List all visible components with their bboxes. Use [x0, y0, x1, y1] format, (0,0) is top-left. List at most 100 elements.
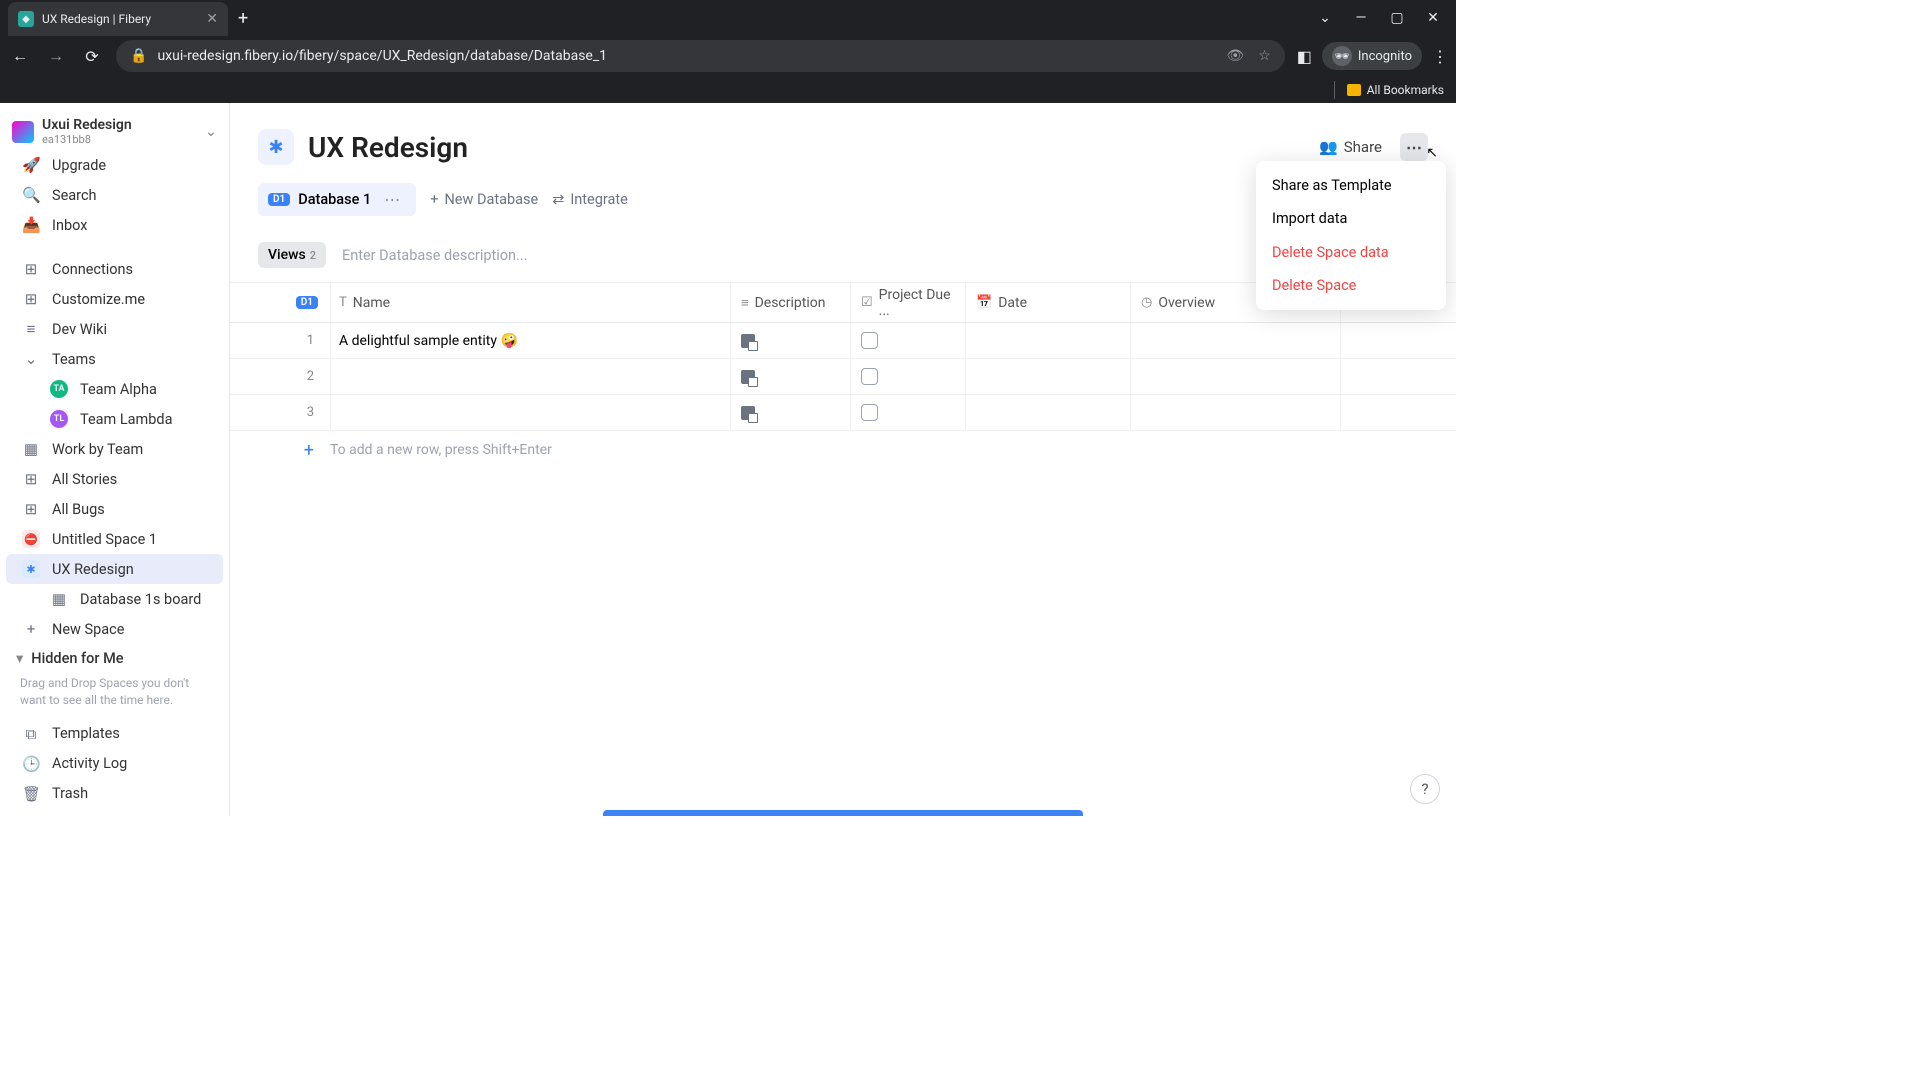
- views-button[interactable]: Views 2: [258, 242, 326, 268]
- sidebar-item-new-space[interactable]: + New Space: [6, 614, 223, 644]
- sidebar-label: Customize.me: [52, 291, 145, 308]
- sidebar-item-connections[interactable]: ⊞ Connections: [6, 254, 223, 284]
- sidebar-item-trash[interactable]: 🗑 Trash: [6, 779, 223, 809]
- cell-project-due[interactable]: [850, 359, 965, 394]
- board-icon: ▦: [50, 590, 68, 608]
- reload-icon[interactable]: ⟳: [80, 47, 104, 66]
- sidebar-item-upgrade[interactable]: 🚀 Upgrade: [6, 150, 223, 180]
- dots-icon[interactable]: ⋯: [379, 188, 406, 211]
- back-icon[interactable]: ←: [8, 46, 32, 66]
- column-label: Name: [353, 295, 390, 311]
- star-icon[interactable]: ☆: [1258, 48, 1271, 64]
- cell-project-due[interactable]: [850, 395, 965, 430]
- sidebar-item-team-alpha[interactable]: TA Team Alpha: [6, 374, 223, 404]
- new-db-label: New Database: [444, 191, 538, 208]
- new-tab-button[interactable]: +: [238, 8, 248, 29]
- table-row[interactable]: 3: [230, 395, 1456, 431]
- minimize-icon[interactable]: —: [1346, 3, 1376, 33]
- integrate-button[interactable]: ⇄ Integrate: [552, 191, 628, 208]
- cell-name[interactable]: [330, 395, 730, 430]
- maximize-icon[interactable]: ▢: [1382, 3, 1412, 33]
- sidebar-item-customize[interactable]: ⊞ Customize.me: [6, 284, 223, 314]
- cell-description[interactable]: [730, 359, 850, 394]
- checkbox[interactable]: [861, 368, 878, 385]
- sidebar-item-templates[interactable]: ⧉ Templates: [6, 719, 223, 749]
- sidebar-label: Dev Wiki: [52, 321, 107, 338]
- cell-name[interactable]: [330, 359, 730, 394]
- menu-item-delete-space[interactable]: Delete Space: [1256, 269, 1446, 302]
- cell-description[interactable]: [730, 395, 850, 430]
- close-icon[interactable]: ✕: [206, 11, 218, 27]
- space-options-menu: Share as Template Import data Delete Spa…: [1256, 161, 1446, 310]
- table-row[interactable]: 1 A delightful sample entity 🤪: [230, 323, 1456, 359]
- incognito-badge[interactable]: 🕶 Incognito: [1322, 42, 1422, 70]
- sidebar-item-untitled-space[interactable]: ⛔ Untitled Space 1: [6, 524, 223, 554]
- space-icon: ✱: [22, 560, 40, 578]
- help-button[interactable]: ?: [1410, 774, 1440, 804]
- workspace-name: Uxui Redesign: [42, 117, 132, 133]
- sidebar-label: New Space: [52, 621, 124, 638]
- more-button[interactable]: ⋯: [1400, 133, 1428, 161]
- cell-overview[interactable]: [1130, 359, 1340, 394]
- database-table: D1 T Name ≡ Description ☑ Project Due ..…: [230, 283, 1456, 469]
- cell-overview[interactable]: [1130, 323, 1340, 358]
- column-header-date[interactable]: 📅 Date: [965, 283, 1130, 322]
- checkbox[interactable]: [861, 404, 878, 421]
- sidebar-hidden-header[interactable]: ▾ Hidden for Me: [0, 644, 229, 673]
- bookmarks-bar: All Bookmarks: [0, 76, 1456, 103]
- forward-icon[interactable]: →: [44, 46, 68, 66]
- url-bar[interactable]: 🔒 uxui-redesign.fibery.io/fibery/space/U…: [116, 40, 1285, 72]
- fibery-favicon-icon: ◆: [18, 11, 34, 27]
- close-window-icon[interactable]: ✕: [1418, 3, 1448, 33]
- column-header-name[interactable]: T Name: [330, 283, 730, 322]
- cell-date[interactable]: [965, 395, 1130, 430]
- sidebar-item-team-lambda[interactable]: TL Team Lambda: [6, 404, 223, 434]
- list-icon: ≡: [22, 320, 40, 338]
- sidebar-item-search[interactable]: 🔍 Search: [6, 180, 223, 210]
- sidebar-item-work-by-team[interactable]: ▦ Work by Team: [6, 434, 223, 464]
- browser-tab[interactable]: ◆ UX Redesign | Fibery ✕: [8, 2, 228, 36]
- add-row[interactable]: + To add a new row, press Shift+Enter: [230, 431, 1456, 469]
- plus-icon[interactable]: +: [230, 440, 330, 461]
- sidebar-item-activity-log[interactable]: 🕒 Activity Log: [6, 749, 223, 779]
- menu-label: Share as Template: [1272, 177, 1392, 194]
- cell-description[interactable]: [730, 323, 850, 358]
- sidebar-item-ux-redesign[interactable]: ✱ UX Redesign: [6, 554, 223, 584]
- sidebar-item-inbox[interactable]: 📥 Inbox: [6, 210, 223, 240]
- eye-off-icon[interactable]: 👁: [1226, 48, 1244, 64]
- table-row[interactable]: 2: [230, 359, 1456, 395]
- checkbox[interactable]: [861, 332, 878, 349]
- sidebar-item-all-bugs[interactable]: ⊞ All Bugs: [6, 494, 223, 524]
- cell-project-due[interactable]: [850, 323, 965, 358]
- cell-date[interactable]: [965, 359, 1130, 394]
- sidepanel-icon[interactable]: ◧: [1297, 47, 1312, 66]
- cell-overview[interactable]: [1130, 395, 1340, 430]
- all-bookmarks-link[interactable]: All Bookmarks: [1367, 83, 1444, 97]
- workspace-switcher[interactable]: Uxui Redesign ea131bb8 ⌄: [0, 111, 229, 150]
- kebab-icon[interactable]: ⋮: [1432, 47, 1448, 66]
- sidebar-item-all-stories[interactable]: ⊞ All Stories: [6, 464, 223, 494]
- chevron-down-icon[interactable]: ⌄: [1310, 3, 1340, 33]
- new-database-button[interactable]: + New Database: [430, 191, 538, 208]
- db-badge: D1: [268, 193, 290, 206]
- description-input[interactable]: [342, 247, 1305, 264]
- menu-item-delete-space-data[interactable]: Delete Space data: [1256, 236, 1446, 269]
- space-icon[interactable]: ✱: [258, 129, 294, 165]
- menu-label: Delete Space data: [1272, 244, 1389, 261]
- menu-item-share-template[interactable]: Share as Template: [1256, 169, 1446, 202]
- share-button[interactable]: 👥 Share: [1309, 132, 1392, 162]
- column-header-description[interactable]: ≡ Description: [730, 283, 850, 322]
- sidebar-item-db-board[interactable]: ▦ Database 1s board: [6, 584, 223, 614]
- sidebar-item-teams[interactable]: ⌄ Teams: [6, 344, 223, 374]
- page-title[interactable]: UX Redesign: [308, 131, 468, 164]
- column-header-project-due[interactable]: ☑ Project Due ...: [850, 283, 965, 322]
- sidebar-item-devwiki[interactable]: ≡ Dev Wiki: [6, 314, 223, 344]
- row-number: 3: [230, 405, 330, 420]
- db-tab-database1[interactable]: D1 Database 1 ⋯: [258, 183, 416, 216]
- column-label: Project Due ...: [879, 287, 965, 319]
- menu-item-import-data[interactable]: Import data: [1256, 202, 1446, 235]
- cell-date[interactable]: [965, 323, 1130, 358]
- question-icon: ?: [1421, 780, 1428, 798]
- row-number: 1: [230, 333, 330, 348]
- cell-name[interactable]: A delightful sample entity 🤪: [330, 323, 730, 358]
